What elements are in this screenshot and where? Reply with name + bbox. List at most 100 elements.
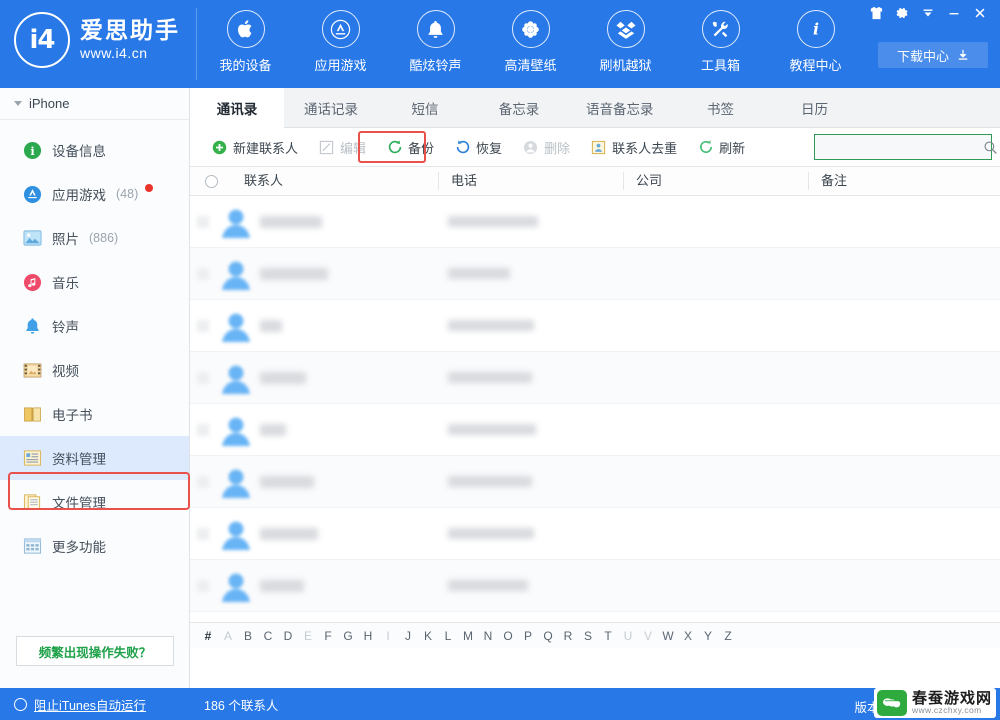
table-row[interactable] — [190, 560, 1000, 612]
sidebar-item-apps-games[interactable]: 应用游戏 (48) — [0, 172, 189, 216]
sidebar-item-device-info[interactable]: i 设备信息 — [0, 128, 189, 172]
row-checkbox[interactable] — [190, 423, 216, 436]
table-row[interactable] — [190, 508, 1000, 560]
row-checkbox[interactable] — [190, 319, 216, 332]
alpha-index-letter[interactable]: # — [198, 629, 218, 643]
sidebar-item-label: 照片 — [52, 232, 79, 247]
sidebar-item-ringtones[interactable]: 铃声 — [0, 304, 189, 348]
download-center-button[interactable]: 下载中心 — [878, 42, 988, 68]
search-input[interactable] — [815, 135, 983, 159]
alpha-index-letter[interactable]: N — [478, 629, 498, 643]
edit-button: 编辑 — [311, 135, 373, 160]
alpha-index-letter[interactable]: Q — [538, 629, 558, 643]
row-checkbox[interactable] — [190, 527, 216, 540]
skin-icon[interactable] — [864, 2, 888, 24]
dedupe-contacts-button[interactable]: 联系人去重 — [583, 135, 684, 160]
alpha-index-letter[interactable]: W — [658, 629, 678, 643]
contacts-list[interactable] — [190, 196, 1000, 622]
alpha-index-letter[interactable]: G — [338, 629, 358, 643]
backup-button[interactable]: 备份 — [379, 135, 441, 160]
row-checkbox[interactable] — [190, 267, 216, 280]
tab-sms[interactable]: 短信 — [378, 88, 472, 127]
alpha-index-letter[interactable]: T — [598, 629, 618, 643]
alpha-index-letter[interactable]: M — [458, 629, 478, 643]
close-icon[interactable] — [968, 2, 992, 24]
alpha-index-letter[interactable]: E — [298, 629, 318, 643]
alpha-index-letter[interactable]: J — [398, 629, 418, 643]
new-contact-button[interactable]: 新建联系人 — [204, 135, 305, 160]
alpha-index-letter[interactable]: S — [578, 629, 598, 643]
alpha-index-letter[interactable]: C — [258, 629, 278, 643]
sidebar-item-ebooks[interactable]: 电子书 — [0, 392, 189, 436]
row-checkbox[interactable] — [190, 579, 216, 592]
alpha-index-letter[interactable]: U — [618, 629, 638, 643]
table-row[interactable] — [190, 352, 1000, 404]
itunes-toggle[interactable]: 阻止iTunes自动运行 — [0, 695, 190, 714]
column-header-phone[interactable]: 电话 — [438, 172, 623, 190]
checkbox-circle-icon — [204, 174, 218, 188]
tab-voice-memos[interactable]: 语音备忘录 — [566, 88, 674, 127]
nav-item-ringtones[interactable]: 酷炫铃声 — [388, 10, 483, 74]
refresh-button[interactable]: 刷新 — [690, 135, 752, 160]
nav-item-tutorials[interactable]: i 教程中心 — [768, 10, 863, 74]
table-row[interactable] — [190, 248, 1000, 300]
column-header-contact[interactable]: 联系人 — [232, 172, 438, 190]
alpha-index-letter[interactable]: F — [318, 629, 338, 643]
alpha-index-letter[interactable]: Y — [698, 629, 718, 643]
row-checkbox[interactable] — [190, 371, 216, 384]
alpha-index-letter[interactable]: L — [438, 629, 458, 643]
alpha-index-letter[interactable]: I — [378, 629, 398, 643]
column-header-company[interactable]: 公司 — [623, 172, 808, 190]
sidebar-item-label: 电子书 — [52, 408, 93, 423]
table-row[interactable] — [190, 612, 1000, 622]
minimize-icon[interactable] — [942, 2, 966, 24]
alpha-index-letter[interactable]: B — [238, 629, 258, 643]
help-button[interactable]: 频繁出现操作失败？ — [16, 636, 174, 666]
tab-bookmarks[interactable]: 书签 — [674, 88, 768, 127]
chevron-down-icon[interactable] — [916, 2, 940, 24]
tab-calendar[interactable]: 日历 — [768, 88, 862, 127]
alpha-index-letter[interactable]: O — [498, 629, 518, 643]
tab-notes[interactable]: 备忘录 — [472, 88, 566, 127]
alpha-index-letter[interactable]: A — [218, 629, 238, 643]
sidebar-item-videos[interactable]: 视频 — [0, 348, 189, 392]
gear-icon[interactable] — [890, 2, 914, 24]
alpha-index-letter[interactable]: Z — [718, 629, 738, 643]
sidebar-item-music[interactable]: 音乐 — [0, 260, 189, 304]
alpha-index-letter[interactable]: P — [518, 629, 538, 643]
search-icon[interactable] — [983, 140, 1000, 155]
row-checkbox[interactable] — [190, 475, 216, 488]
tab-contacts[interactable]: 通讯录 — [190, 88, 284, 128]
column-header-note[interactable]: 备注 — [808, 172, 998, 190]
sidebar-item-more-features[interactable]: 更多功能 — [0, 524, 189, 568]
cell-phone — [438, 320, 623, 331]
nav-item-apps-games[interactable]: 应用游戏 — [293, 10, 388, 74]
sidebar-item-data-management[interactable]: 资料管理 — [0, 436, 189, 480]
table-row[interactable] — [190, 404, 1000, 456]
alpha-index-letter[interactable]: V — [638, 629, 658, 643]
alpha-index-letter[interactable]: K — [418, 629, 438, 643]
toolbar-label: 删除 — [544, 140, 571, 156]
tab-call-history[interactable]: 通话记录 — [284, 88, 378, 127]
row-checkbox[interactable] — [190, 215, 216, 228]
nav-item-my-device[interactable]: 我的设备 — [198, 10, 293, 74]
nav-item-flash-jailbreak[interactable]: 刷机越狱 — [578, 10, 673, 74]
alpha-index-letter[interactable]: R — [558, 629, 578, 643]
search-box[interactable] — [814, 134, 997, 160]
sidebar-item-photos[interactable]: 照片 (886) — [0, 216, 189, 260]
restore-button[interactable]: 恢复 — [447, 135, 509, 160]
alpha-index-letter[interactable]: D — [278, 629, 298, 643]
cell-phone — [438, 424, 623, 435]
select-all-checkbox[interactable] — [190, 174, 232, 188]
sidebar-item-label: 资料管理 — [52, 452, 106, 467]
nav-item-toolbox[interactable]: 工具箱 — [673, 10, 768, 74]
alpha-index-letter[interactable]: X — [678, 629, 698, 643]
sidebar-item-file-management[interactable]: 文件管理 — [0, 480, 189, 524]
nav-item-wallpapers[interactable]: 高清壁纸 — [483, 10, 578, 74]
table-row[interactable] — [190, 456, 1000, 508]
sidebar-device-header[interactable]: iPhone — [0, 88, 189, 120]
alpha-index-letter[interactable]: H — [358, 629, 378, 643]
table-row[interactable] — [190, 196, 1000, 248]
restore-icon — [454, 139, 471, 156]
table-row[interactable] — [190, 300, 1000, 352]
